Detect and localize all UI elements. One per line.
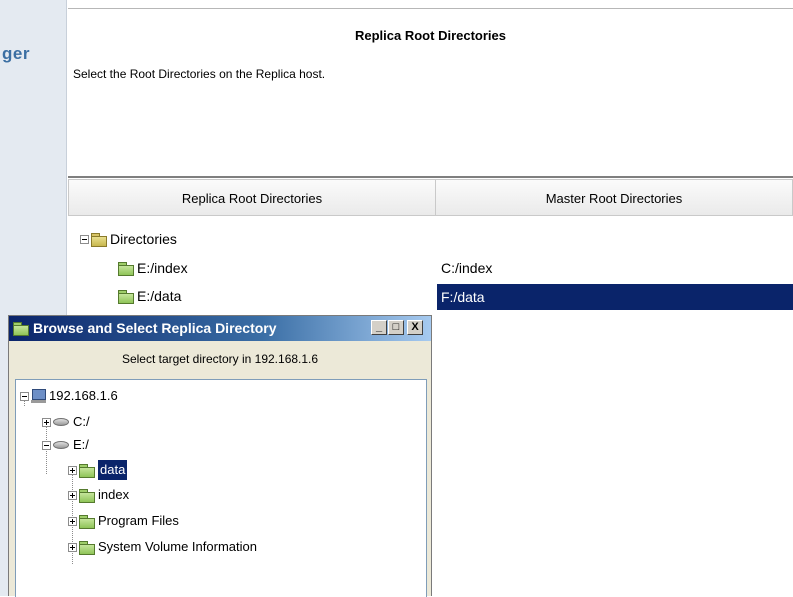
tree-node-drive-e[interactable]: E:/ (42, 435, 89, 455)
directory-tree[interactable]: 192.168.1.6 C:/ E:/ data index Program F… (15, 379, 427, 597)
collapse-icon[interactable] (80, 234, 89, 244)
folder-icon (118, 289, 134, 304)
folder-icon (79, 488, 95, 503)
maximize-button[interactable]: □ (388, 320, 404, 335)
tree-node-folder-system-volume[interactable]: System Volume Information (68, 537, 257, 557)
sidebar-title: ger (2, 44, 30, 63)
tree-node-label: Directories (110, 231, 177, 247)
expand-icon[interactable] (68, 542, 77, 552)
folder-icon (79, 514, 95, 529)
tree-node-folder-index[interactable]: index (68, 485, 129, 505)
drive-label: C:/ (73, 414, 90, 429)
collapse-icon[interactable] (20, 391, 29, 401)
replica-dir-label: E:/index (137, 260, 188, 276)
folder-label-selected: data (98, 460, 128, 480)
close-button[interactable]: X (407, 320, 423, 335)
expand-icon[interactable] (42, 417, 51, 427)
folder-label: index (98, 487, 130, 502)
dialog-subtitle: Select target directory in 192.168.1.6 (121, 352, 319, 366)
dialog-titlebar[interactable]: Browse and Select Replica Directory _ □ … (9, 316, 431, 341)
folder-icon (13, 322, 29, 336)
tree-node-replica-index[interactable]: E:/index (118, 257, 188, 279)
browse-dialog: Browse and Select Replica Directory _ □ … (8, 315, 432, 597)
column-header-master[interactable]: Master Root Directories (436, 179, 793, 216)
page-description: Select the Root Directories on the Repli… (73, 67, 326, 81)
drive-label: E:/ (73, 437, 89, 452)
drive-icon (53, 418, 69, 426)
folder-icon (118, 261, 134, 276)
folder-open-icon (91, 232, 107, 247)
folder-label: Program Files (98, 513, 179, 528)
master-dir-cell-selected[interactable]: F:/data (437, 284, 793, 310)
drive-icon (53, 441, 69, 449)
tree-node-host[interactable]: 192.168.1.6 (20, 386, 118, 406)
dialog-title: Browse and Select Replica Directory (33, 320, 277, 336)
header-separator (68, 176, 793, 178)
computer-icon (31, 389, 46, 403)
folder-icon (79, 463, 95, 478)
tree-node-replica-data[interactable]: E:/data (118, 285, 181, 307)
replica-dir-label: E:/data (137, 288, 182, 304)
grid-header: Replica Root Directories Master Root Dir… (68, 179, 793, 218)
expand-icon[interactable] (68, 490, 77, 500)
master-dir-cell[interactable]: C:/index (441, 257, 492, 279)
host-label: 192.168.1.6 (49, 388, 118, 403)
tree-node-folder-program-files[interactable]: Program Files (68, 511, 179, 531)
column-header-replica[interactable]: Replica Root Directories (68, 179, 436, 216)
expand-icon[interactable] (68, 465, 77, 475)
expand-icon[interactable] (68, 516, 77, 526)
tree-node-drive-c[interactable]: C:/ (42, 412, 90, 432)
tree-node-directories[interactable]: Directories (80, 228, 177, 250)
collapse-icon[interactable] (42, 440, 51, 450)
minimize-button[interactable]: _ (371, 320, 387, 335)
page-title: Replica Root Directories (355, 28, 506, 43)
folder-label: System Volume Information (98, 539, 257, 554)
tree-node-folder-data[interactable]: data (68, 460, 128, 480)
folder-icon (79, 540, 95, 555)
